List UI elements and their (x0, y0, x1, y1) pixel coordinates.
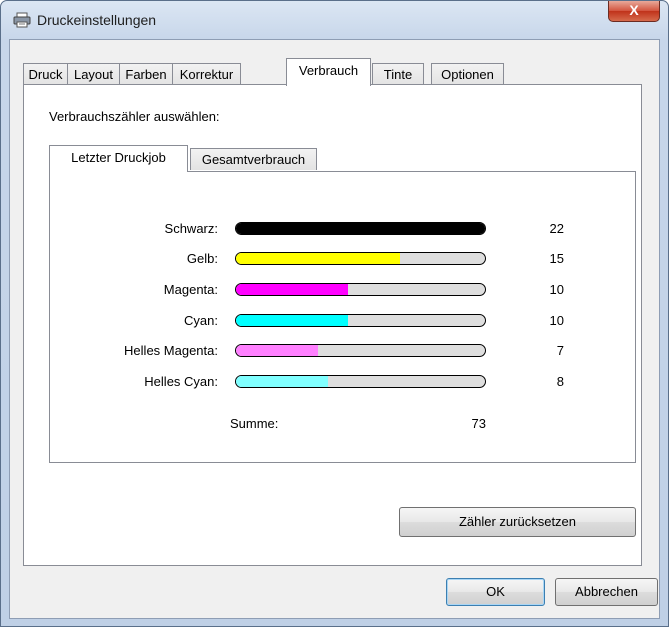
ink-count: 22 (549, 221, 564, 236)
title-bar: Druckeinstellungen X (1, 1, 668, 39)
tab-farben[interactable]: Farben (119, 63, 173, 85)
ink-level-bar (235, 222, 486, 235)
printer-icon (13, 12, 31, 28)
ink-count: 15 (549, 251, 564, 266)
ink-count: 10 (549, 313, 564, 328)
window-title: Druckeinstellungen (37, 12, 157, 28)
tab-optionen[interactable]: Optionen (431, 63, 504, 85)
tab-verbrauch[interactable]: Verbrauch (286, 58, 371, 86)
counter-select-label: Verbrauchszähler auswählen: (49, 109, 220, 124)
ink-label: Magenta: (163, 282, 218, 297)
reset-counter-button[interactable]: Zähler zurücksetzen (399, 507, 636, 537)
ink-level-bar (235, 283, 486, 296)
ink-label: Cyan: (184, 313, 218, 328)
tab-layout[interactable]: Layout (67, 63, 120, 85)
ink-level-fill (236, 284, 349, 295)
ink-level-bar (235, 375, 486, 388)
tab-korrektur[interactable]: Korrektur (172, 63, 241, 85)
ink-label: Schwarz: (164, 221, 218, 236)
ink-label: Gelb: (186, 251, 218, 266)
ink-level-fill (236, 315, 349, 326)
ok-button[interactable]: OK (446, 578, 545, 606)
ink-level-fill (236, 376, 329, 387)
ink-level-fill (236, 223, 485, 234)
sum-value: 73 (471, 416, 486, 431)
ink-level-bar (235, 252, 486, 265)
sum-label: Summe: (230, 416, 279, 431)
cancel-button[interactable]: Abbrechen (555, 578, 658, 606)
ink-count: 7 (556, 343, 564, 358)
ink-count: 8 (556, 374, 564, 389)
ink-label: Helles Cyan: (144, 374, 218, 389)
ink-count: 10 (549, 282, 564, 297)
ink-level-fill (236, 345, 319, 356)
ink-level-bar (235, 314, 486, 327)
tab-gesamtverbrauch[interactable]: Gesamtverbrauch (190, 148, 317, 170)
ink-label: Helles Magenta: (124, 343, 218, 358)
tab-letzter-druckjob[interactable]: Letzter Druckjob (49, 145, 188, 172)
ink-level-fill (236, 253, 401, 264)
tab-druck[interactable]: Druck (23, 63, 68, 85)
close-button[interactable]: X (608, 1, 660, 22)
tab-tinte[interactable]: Tinte (372, 63, 424, 85)
ink-level-bar (235, 344, 486, 357)
